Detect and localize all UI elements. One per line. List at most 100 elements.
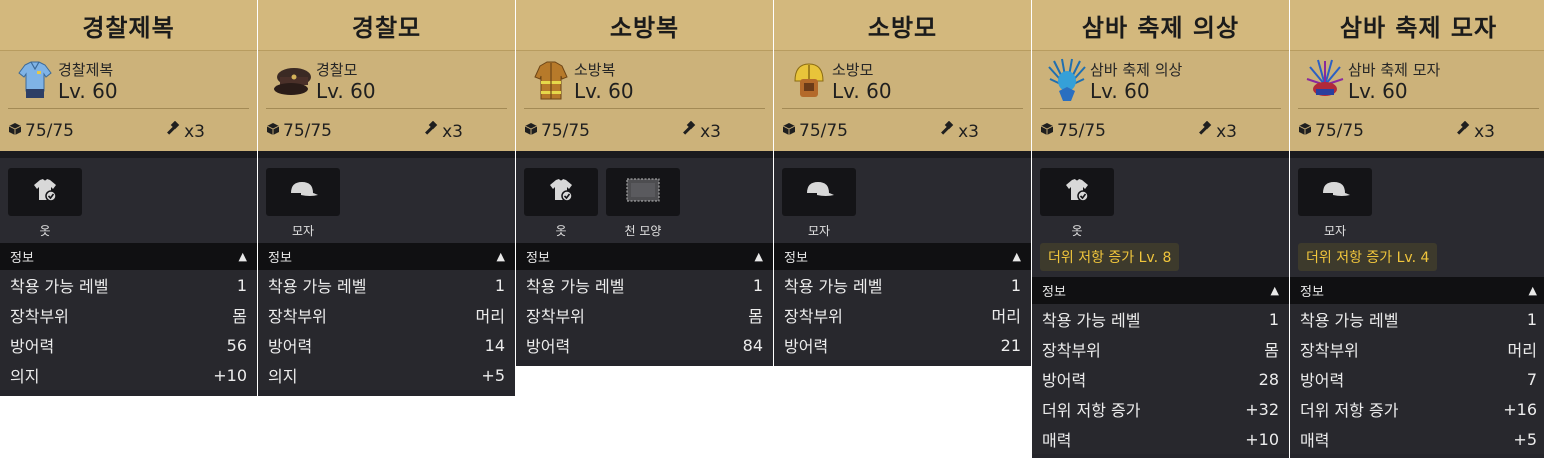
repair-count: x3 xyxy=(164,120,205,142)
item-header: 경찰모 Lv. 60 75/75 x3 xyxy=(258,51,515,151)
collapse-triangle-icon[interactable]: ▲ xyxy=(497,250,505,263)
slot-box[interactable] xyxy=(8,168,82,216)
info-header[interactable]: 정보 ▲ xyxy=(1290,277,1544,304)
collapse-triangle-icon[interactable]: ▲ xyxy=(1529,284,1537,297)
hammer-icon xyxy=(680,120,696,142)
hammer-icon xyxy=(1196,120,1212,142)
stat-value: 머리 xyxy=(475,307,505,326)
slot-box[interactable] xyxy=(1040,168,1114,216)
stat-label: 착용 가능 레벨 xyxy=(1300,311,1399,330)
repair-value: x3 xyxy=(700,121,721,142)
stat-row: 착용 가능 레벨 1 xyxy=(0,270,257,300)
item-header: 삼바 축제 모자 Lv. 60 75/75 x3 xyxy=(1290,51,1544,151)
durability: 75/75 xyxy=(8,121,74,141)
shirt-icon xyxy=(1063,176,1091,208)
stat-row: 방어력 7 xyxy=(1290,364,1544,394)
section-divider xyxy=(774,151,1031,158)
stat-value: +5 xyxy=(1513,429,1537,449)
stat-value: 21 xyxy=(1000,335,1021,355)
item-level: Lv. 60 xyxy=(1090,79,1150,103)
equip-slot[interactable]: 모자 xyxy=(266,168,340,239)
police-cap-icon xyxy=(270,57,316,103)
stat-value: 84 xyxy=(742,335,763,355)
stat-value: +32 xyxy=(1245,399,1279,419)
item-name: 삼바 축제 의상 xyxy=(1090,61,1183,79)
stat-row: 착용 가능 레벨 1 xyxy=(774,270,1031,300)
item-header: 삼바 축제 의상 Lv. 60 75/75 x3 xyxy=(1032,51,1289,151)
equip-slot[interactable]: 모자 xyxy=(1298,168,1372,239)
slot-box[interactable] xyxy=(524,168,598,216)
durability: 75/75 xyxy=(524,121,590,141)
collapse-triangle-icon[interactable]: ▲ xyxy=(239,250,247,263)
stat-value: +5 xyxy=(481,365,505,385)
slot-section: 옷 xyxy=(1032,158,1289,243)
slot-box[interactable] xyxy=(1298,168,1372,216)
info-header[interactable]: 정보 ▲ xyxy=(516,243,773,270)
slot-box[interactable] xyxy=(606,168,680,216)
slot-section: 옷 천 모양 xyxy=(516,158,773,243)
collapse-triangle-icon[interactable]: ▲ xyxy=(1271,284,1279,297)
stat-value: 1 xyxy=(494,275,505,295)
collapse-triangle-icon[interactable]: ▲ xyxy=(1013,250,1021,263)
stat-row: 장착부위 몸 xyxy=(1032,334,1289,364)
stat-value: 7 xyxy=(1526,369,1537,389)
slot-section: 모자 xyxy=(258,158,515,243)
item-level: Lv. 60 xyxy=(58,79,118,103)
info-header[interactable]: 정보 ▲ xyxy=(774,243,1031,270)
stat-value: 머리 xyxy=(991,307,1021,326)
slot-box[interactable] xyxy=(266,168,340,216)
collapse-triangle-icon[interactable]: ▲ xyxy=(755,250,763,263)
stat-row: 방어력 56 xyxy=(0,330,257,360)
equip-slot[interactable]: 옷 xyxy=(1040,168,1114,239)
stat-value: +16 xyxy=(1503,399,1537,419)
stat-label: 착용 가능 레벨 xyxy=(10,277,109,296)
stat-label: 장착부위 xyxy=(526,307,585,326)
repair-value: x3 xyxy=(1216,121,1237,142)
equip-slot[interactable]: 옷 xyxy=(8,168,82,239)
slot-label: 옷 xyxy=(39,224,51,238)
effect-badge: 더위 저항 증가 Lv. 4 xyxy=(1298,243,1438,271)
repair-count: x3 xyxy=(422,120,463,142)
stat-row: 장착부위 몸 xyxy=(516,300,773,330)
item-header: 소방모 Lv. 60 75/75 x3 xyxy=(774,51,1031,151)
repair-count: x3 xyxy=(1196,120,1237,142)
slot-box[interactable] xyxy=(782,168,856,216)
stat-value: 몸 xyxy=(1264,341,1279,360)
stat-label: 착용 가능 레벨 xyxy=(268,277,367,296)
stat-value: 1 xyxy=(752,275,763,295)
samba-hat-icon xyxy=(1302,57,1348,103)
stat-label: 방어력 xyxy=(1300,371,1345,390)
info-header[interactable]: 정보 ▲ xyxy=(0,243,257,270)
equip-slot[interactable]: 천 모양 xyxy=(606,168,680,239)
hammer-icon xyxy=(938,120,954,142)
slot-section: 모자 xyxy=(774,158,1031,243)
cap-icon xyxy=(286,178,320,206)
stat-label: 착용 가능 레벨 xyxy=(784,277,883,296)
section-divider xyxy=(516,151,773,158)
info-header[interactable]: 정보 ▲ xyxy=(1032,277,1289,304)
durability: 75/75 xyxy=(1040,121,1106,141)
durability-icon xyxy=(524,121,538,141)
item-card: 경찰제복 경찰제복 Lv. 60 75/75 x3 옷 정보 ▲ 착용 가능 레… xyxy=(0,0,257,458)
slot-label: 옷 xyxy=(555,224,567,238)
durability: 75/75 xyxy=(1298,121,1364,141)
info-header[interactable]: 정보 ▲ xyxy=(258,243,515,270)
header-divider xyxy=(266,108,507,109)
info-label: 정보 xyxy=(10,251,34,266)
item-card: 삼바 축제 의상 삼바 축제 의상 Lv. 60 75/75 x3 옷 더위 저… xyxy=(1032,0,1289,458)
stat-value: +10 xyxy=(1245,429,1279,449)
samba-costume-icon xyxy=(1044,57,1090,103)
repair-count: x3 xyxy=(1454,120,1495,142)
section-divider xyxy=(0,151,257,158)
stat-row: 착용 가능 레벨 1 xyxy=(258,270,515,300)
slot-section: 옷 xyxy=(0,158,257,243)
info-label: 정보 xyxy=(1300,285,1324,300)
item-name: 삼바 축제 모자 xyxy=(1348,61,1441,79)
equip-slot[interactable]: 모자 xyxy=(782,168,856,239)
stat-label: 의지 xyxy=(268,367,298,386)
stat-label: 방어력 xyxy=(268,337,313,356)
stat-row: 장착부위 머리 xyxy=(774,300,1031,330)
durability-icon xyxy=(1040,121,1054,141)
equip-slot[interactable]: 옷 xyxy=(524,168,598,239)
stat-label: 방어력 xyxy=(10,337,55,356)
